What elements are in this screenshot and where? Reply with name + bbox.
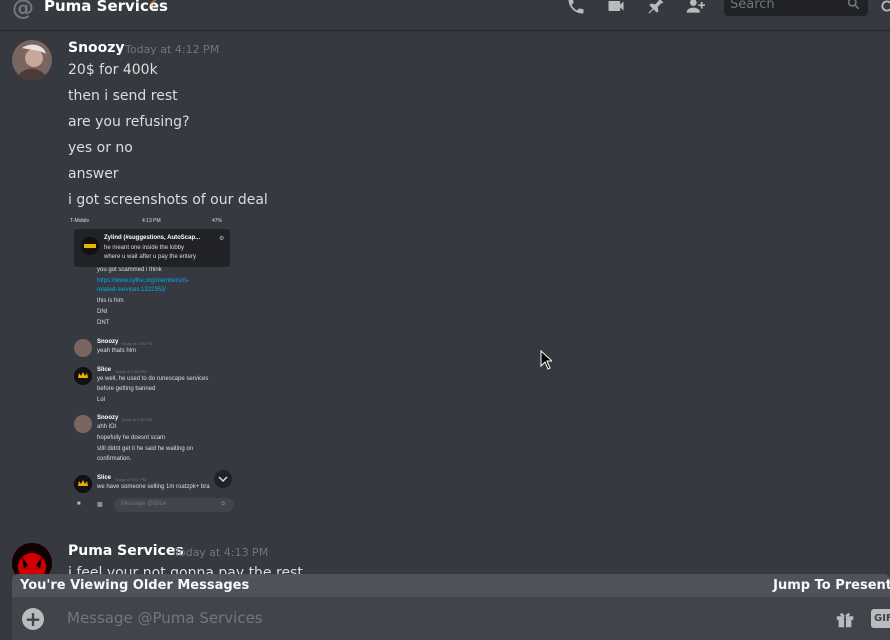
at-icon: @ xyxy=(12,0,34,21)
message-timestamp: Today at 4:13 PM xyxy=(174,546,269,559)
message-text: are you refusing? xyxy=(68,114,190,130)
message-author[interactable]: Puma Services xyxy=(68,543,184,559)
upload-icon: ■ xyxy=(77,501,81,507)
gift-icon: ▩ xyxy=(97,502,103,508)
avatar xyxy=(74,415,92,433)
inbox-icon[interactable] xyxy=(880,0,890,16)
scroll-down-icon xyxy=(214,470,232,488)
mouse-cursor-icon xyxy=(540,350,552,370)
search-placeholder: Search xyxy=(730,0,775,12)
gift-icon[interactable] xyxy=(834,608,856,630)
message-text: 20$ for 400k xyxy=(68,62,158,78)
search-input[interactable]: Search xyxy=(724,0,868,16)
video-call-icon[interactable] xyxy=(605,0,627,16)
avatar xyxy=(74,367,92,385)
jump-to-present-button[interactable]: Jump To Present xyxy=(773,578,890,593)
upload-button[interactable]: + xyxy=(22,608,44,630)
message-author[interactable]: Snoozy xyxy=(68,40,125,56)
voice-call-icon[interactable] xyxy=(565,0,587,16)
older-messages-bar[interactable]: You're Viewing Older Messages Jump To Pr… xyxy=(12,574,890,598)
message-text: answer xyxy=(68,166,119,182)
avatar[interactable] xyxy=(12,40,52,80)
gif-button[interactable]: GIF xyxy=(871,609,890,628)
older-messages-label: You're Viewing Older Messages xyxy=(20,578,250,593)
bot-avatar xyxy=(81,237,99,255)
search-icon xyxy=(847,0,860,10)
add-friend-icon[interactable] xyxy=(684,0,706,16)
gear-icon: ⚙ xyxy=(219,236,225,242)
message-text: then i send rest xyxy=(68,88,178,104)
message-input[interactable]: Message @Puma Services xyxy=(67,609,263,627)
message-composer[interactable]: + Message @Puma Services GIF xyxy=(12,597,890,640)
push-notification: Zylind (#suggestions, AutoScap... he mea… xyxy=(74,229,230,267)
pin-icon[interactable] xyxy=(645,0,667,16)
channel-header: @ Puma Services ☾ Search xyxy=(0,0,890,30)
message-text: i got screenshots of our deal xyxy=(68,192,268,208)
phone-status-bar: T-Mobile 4:13 PM 47% xyxy=(70,218,223,224)
image-attachment[interactable]: T-Mobile 4:13 PM 47% Zylind (#suggestion… xyxy=(68,216,236,516)
emoji-icon: ☺ xyxy=(220,501,227,507)
moon-icon: ☾ xyxy=(150,0,161,12)
message-text: yes or no xyxy=(68,140,133,156)
mini-composer: Message @Slice ☺ xyxy=(114,498,234,512)
avatar xyxy=(74,339,92,357)
avatar xyxy=(74,475,92,493)
message-timestamp: Today at 4:12 PM xyxy=(125,43,220,56)
